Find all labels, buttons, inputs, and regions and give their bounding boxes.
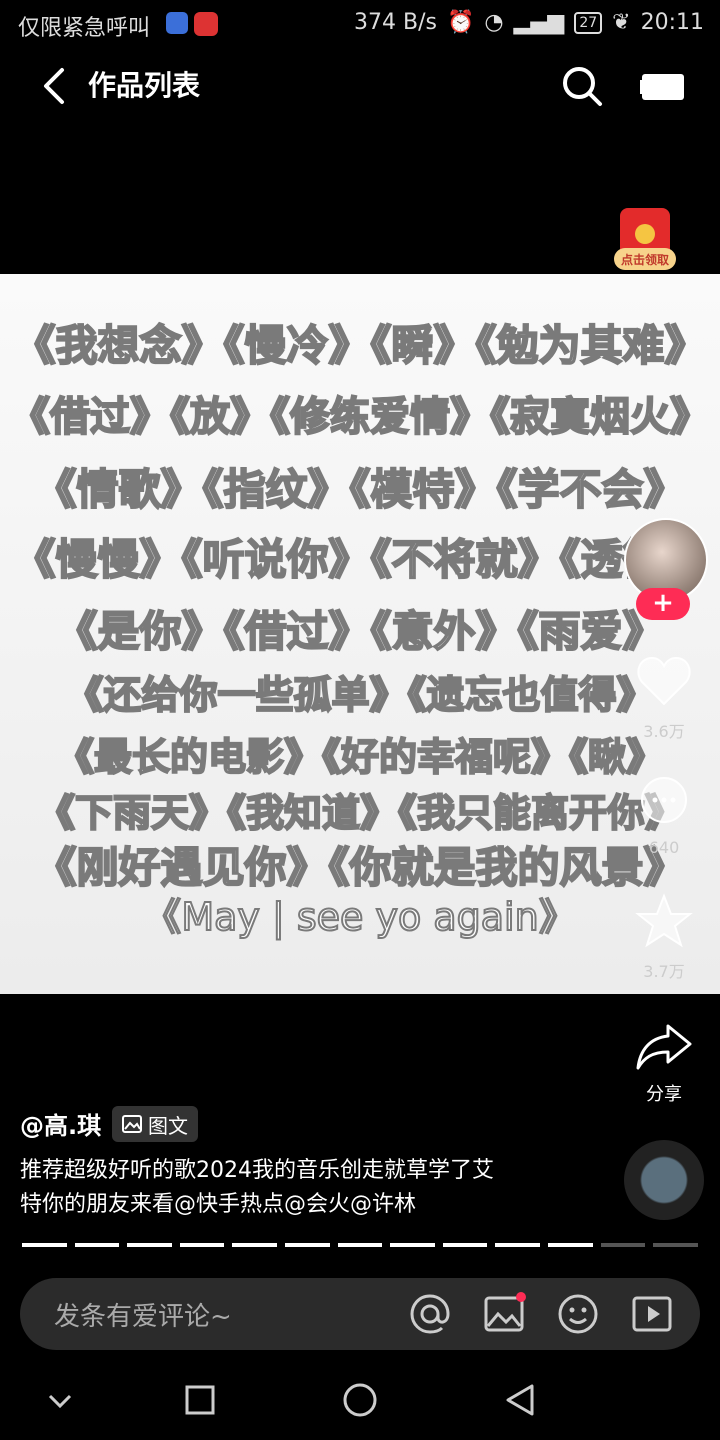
- emergency-call-text: 仅限紧急呼叫: [18, 16, 151, 41]
- song-line: 《May | see yo again》: [142, 894, 577, 940]
- comment-count: 640: [648, 838, 680, 857]
- signal-icon: ▂▄▆: [513, 10, 565, 35]
- back-icon[interactable]: [38, 64, 74, 108]
- progress-segment: [285, 1243, 330, 1247]
- post-image[interactable]: 《我想念》《慢冷》《瞬》《勉为其难》 《借过》《放》《修练爱情》《寂寞烟火》 《…: [0, 274, 720, 994]
- network-speed: 374 B/s: [354, 10, 437, 35]
- follow-button[interactable]: +: [636, 588, 690, 620]
- leaf-icon: ❦: [612, 10, 631, 35]
- chevron-down-icon[interactable]: [44, 1384, 76, 1416]
- search-icon[interactable]: [560, 64, 604, 108]
- favorite-count: 3.7万: [643, 962, 685, 981]
- battery-icon: 27: [574, 11, 603, 34]
- song-line: 《慢慢》《听说你》《不将就》《透彻》: [12, 534, 707, 585]
- system-nav-bar: [0, 1360, 720, 1440]
- music-disc[interactable]: [624, 1140, 704, 1220]
- page-title: 作品列表: [88, 69, 201, 102]
- progress-segment: [495, 1243, 541, 1247]
- home-icon[interactable]: [342, 1382, 378, 1418]
- author-name[interactable]: @高.琪: [20, 1106, 101, 1141]
- post-type-label: 图文: [148, 1113, 188, 1138]
- red-packet-icon: [614, 208, 676, 270]
- progress-segment: [653, 1243, 698, 1247]
- song-line: 《情歌》《指纹》《模特》《学不会》: [33, 464, 686, 515]
- comment-input[interactable]: 发条有爱评论~: [54, 1296, 232, 1333]
- comment-bar[interactable]: 发条有爱评论~: [20, 1278, 700, 1350]
- song-line: 《是你》《借过》《意外》《雨爱》: [54, 606, 665, 657]
- description-line: 特你的朋友来看@快手热点@会火@许林: [20, 1192, 417, 1217]
- song-line: 《下雨天》《我知道》《我只能离开你》: [36, 790, 684, 836]
- status-bar: 仅限紧急呼叫 374 B/s ⏰ ◔ ▂▄▆ 27 ❦ 20:11: [0, 0, 720, 48]
- camera-icon[interactable]: [640, 70, 686, 104]
- shield-icon: [166, 12, 188, 34]
- alarm-icon: ⏰: [446, 10, 475, 35]
- progress-segment: [232, 1243, 278, 1247]
- red-packet-label: 点击领取: [620, 253, 669, 267]
- progress-segment: [74, 1243, 120, 1247]
- share-icon[interactable]: [634, 1016, 694, 1076]
- recent-apps-icon[interactable]: [184, 1384, 216, 1416]
- image-icon: [122, 1115, 142, 1133]
- progress-segment: [337, 1243, 383, 1247]
- song-line: 《还给你一些孤单》《遗忘也值得》: [64, 672, 655, 718]
- status-right: 374 B/s ⏰ ◔ ▂▄▆ 27 ❦ 20:11: [354, 10, 704, 35]
- back-nav-icon[interactable]: [502, 1382, 538, 1418]
- share-label: 分享: [646, 1084, 682, 1105]
- heart-icon[interactable]: [634, 652, 694, 712]
- post-description[interactable]: 推荐超级好听的歌2024我的音乐创走就草学了艾 特你的朋友来看@快手热点@会火@…: [20, 1154, 600, 1222]
- progress-segment: [179, 1243, 225, 1247]
- like-count: 3.6万: [643, 722, 685, 741]
- progress-segment: [127, 1243, 172, 1247]
- song-line: 《我想念》《慢冷》《瞬》《勉为其难》: [12, 320, 707, 371]
- progress-segment: [390, 1243, 435, 1247]
- song-line: 《最长的电影》《好的幸福呢》《瞅》: [55, 734, 665, 780]
- comment-icon[interactable]: [634, 772, 694, 832]
- progress-segment: [22, 1243, 67, 1247]
- emoji-icon[interactable]: [556, 1292, 600, 1336]
- progress-segment: [600, 1243, 646, 1247]
- post-type-tag: 图文: [112, 1106, 198, 1142]
- clock: 20:11: [640, 10, 704, 35]
- wifi-icon: ◔: [484, 10, 504, 35]
- progress-segment: [548, 1243, 593, 1247]
- video-play-icon[interactable]: [630, 1292, 674, 1336]
- star-icon[interactable]: [634, 892, 694, 952]
- progress-segment: [442, 1243, 488, 1247]
- huawei-app-icon: [194, 12, 218, 36]
- picture-icon[interactable]: [482, 1292, 526, 1336]
- mention-icon[interactable]: [408, 1292, 452, 1336]
- image-progress: [22, 1243, 698, 1247]
- description-line: 推荐超级好听的歌2024我的音乐创走就草学了艾: [20, 1158, 494, 1183]
- red-packet-button[interactable]: 点击领取: [614, 206, 676, 280]
- song-line: 《借过》《放》《修练爱情》《寂寞烟火》: [9, 393, 711, 441]
